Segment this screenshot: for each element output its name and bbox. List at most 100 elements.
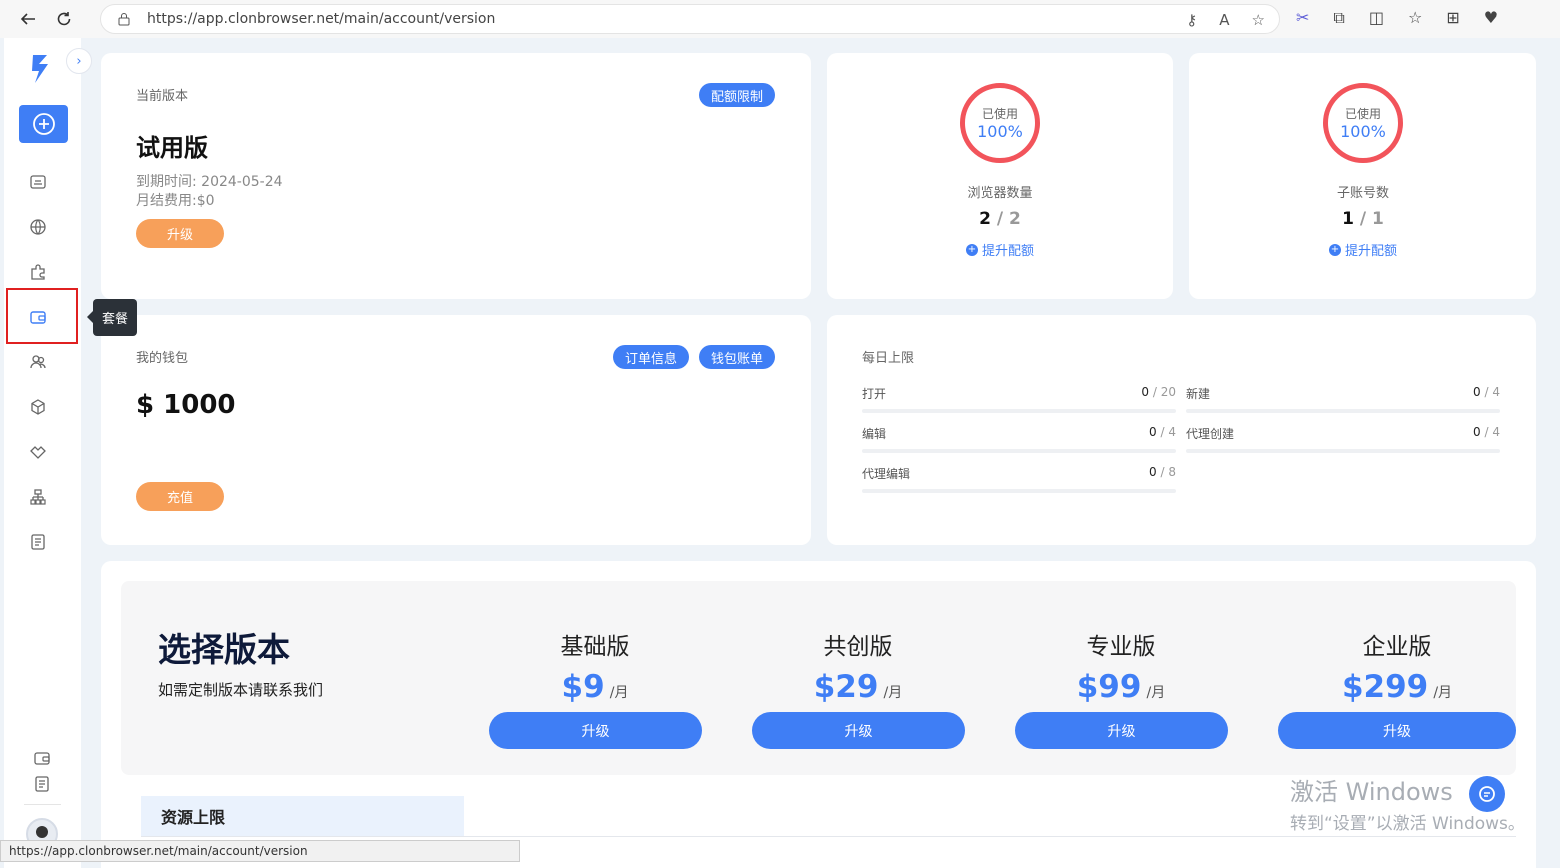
wallet-label: 我的钱包 <box>136 351 189 366</box>
plan-enterprise-upgrade-button[interactable]: 升级 <box>1278 712 1516 749</box>
current-version-card: 当前版本 配额限制 试用版 到期时间: 2024-05-24 月结费用:$0 升… <box>101 53 811 299</box>
dashboard-icon <box>30 175 46 189</box>
sidebar-item-dashboard[interactable] <box>28 172 48 192</box>
limit-name: 编辑 <box>862 427 887 441</box>
plus-circle-icon <box>32 113 55 135</box>
daily-limit-title: 每日上限 <box>862 351 915 366</box>
sidebar-item-notes-bottom[interactable] <box>32 774 52 794</box>
recharge-button[interactable]: 充值 <box>136 482 224 511</box>
plan-name: 专业版 <box>1086 634 1156 660</box>
plan-cocreate-upgrade-button[interactable]: 升级 <box>752 712 965 749</box>
upgrade-button[interactable]: 升级 <box>136 219 224 248</box>
usage-percent: 100% <box>977 122 1023 141</box>
subaccount-count-label: 子账号数 <box>1336 186 1389 201</box>
browser-raise-quota-link[interactable]: + 提升配额 <box>900 240 1100 259</box>
monthly-fee: 月结费用:$0 <box>136 193 215 209</box>
watermark-line2: 转到“设置”以激活 Windows。 <box>1290 814 1525 834</box>
collapse-sidebar-button[interactable]: › <box>66 48 92 74</box>
globe-icon <box>30 219 46 235</box>
plan-name: 基础版 <box>560 634 630 660</box>
plus-icon: + <box>965 243 978 256</box>
sidebar-item-org[interactable] <box>28 487 48 507</box>
plan-pro-upgrade-button[interactable]: 升级 <box>1015 712 1228 749</box>
app-logo-icon[interactable] <box>28 52 54 86</box>
sidebar-item-team[interactable] <box>28 352 48 372</box>
sidebar-item-cube[interactable] <box>28 397 48 417</box>
key-icon[interactable]: ⚷ <box>1186 11 1197 29</box>
plan-pro: 专业版 $99 /月 <box>1001 627 1241 705</box>
scissors-icon[interactable]: ✂ <box>1296 8 1309 28</box>
new-profile-button[interactable] <box>19 105 68 143</box>
limit-name: 新建 <box>1186 387 1211 401</box>
limit-value: 0 / 20 <box>1141 385 1176 399</box>
order-info-pill[interactable]: 订单信息 <box>613 345 689 369</box>
document-icon <box>31 534 45 550</box>
split-screen-icon[interactable]: ◫ <box>1369 8 1384 28</box>
sidebar-item-logs[interactable] <box>28 532 48 552</box>
quota-limit-pill[interactable]: 配额限制 <box>699 83 775 107</box>
browser-total: / 2 <box>996 209 1021 229</box>
browser-usage-ring: 已使用 100% <box>960 83 1040 163</box>
address-bar[interactable]: https://app.clonbrowser.net/main/account… <box>100 4 1280 34</box>
browser-toolbar: https://app.clonbrowser.net/main/account… <box>0 0 1560 38</box>
plan-price: $29 /月 <box>813 669 903 705</box>
status-bar-url: https://app.clonbrowser.net/main/account… <box>0 840 520 862</box>
limit-value: 0 / 8 <box>1149 465 1176 479</box>
limit-value: 0 / 4 <box>1473 425 1500 439</box>
used-label: 已使用 <box>1344 107 1381 121</box>
usage-percent: 100% <box>1340 122 1386 141</box>
puzzle-icon <box>31 264 45 280</box>
arrow-left-icon <box>20 13 35 25</box>
limit-progress-bar <box>862 489 1176 493</box>
plan-basic: 基础版 $9 /月 <box>475 627 715 705</box>
subaccount-raise-quota-link[interactable]: + 提升配额 <box>1263 240 1463 259</box>
sidebar-item-extensions[interactable] <box>28 262 48 282</box>
browser-count-label: 浏览器数量 <box>967 186 1033 201</box>
limit-value: 0 / 4 <box>1149 425 1176 439</box>
sidebar-item-globe[interactable] <box>28 217 48 237</box>
plan-name: 共创版 <box>823 634 893 660</box>
sidebar-tooltip: 套餐 <box>87 299 137 336</box>
sidebar-item-partners[interactable] <box>28 442 48 462</box>
selection-highlight <box>6 288 78 344</box>
limit-progress-bar <box>1186 409 1500 413</box>
subaccount-count: 1 / 1 <box>1263 209 1463 229</box>
limit-row-edit: 编辑 0 / 4 <box>862 425 1176 461</box>
plan-price: $9 /月 <box>561 669 629 705</box>
lock-icon <box>118 13 130 26</box>
wallet-card: 我的钱包 订单信息 钱包账单 $ 1000 充值 <box>101 315 811 545</box>
browser-quota-card: 已使用 100% 浏览器数量 2 / 2 + 提升配额 <box>827 53 1173 299</box>
resources-divider <box>141 836 1516 837</box>
refresh-button[interactable] <box>46 4 82 34</box>
wallet-balance: $ 1000 <box>136 390 236 420</box>
favorites-icon[interactable]: ☆ <box>1408 8 1422 28</box>
cube-icon <box>31 399 45 415</box>
limit-progress-bar <box>862 409 1176 413</box>
browser-used: 2 <box>979 209 991 229</box>
support-icon <box>1479 786 1495 802</box>
profile-health-icon[interactable]: ♥ <box>1484 8 1498 28</box>
sidebar-item-wallet-bottom[interactable] <box>32 748 52 768</box>
collections-icon[interactable]: ⊞ <box>1446 8 1459 28</box>
limit-name: 打开 <box>862 387 887 401</box>
extensions-icon[interactable]: ⧉ <box>1333 8 1344 28</box>
plans-panel: 选择版本 如需定制版本请联系我们 基础版 $9 /月 升级 共创版 $29 /月… <box>121 581 1516 775</box>
plan-basic-upgrade-button[interactable]: 升级 <box>489 712 702 749</box>
limit-row-open: 打开 0 / 20 <box>862 385 1176 421</box>
users-icon <box>30 355 46 369</box>
resources-limit-tab[interactable]: 资源上限 <box>141 796 464 836</box>
plan-price: $99 /月 <box>1076 669 1166 705</box>
handshake-icon <box>30 446 46 459</box>
support-chat-button[interactable] <box>1469 776 1505 812</box>
limit-progress-bar <box>1186 449 1500 453</box>
expire-date: 到期时间: 2024-05-24 <box>136 174 283 190</box>
wallet-icon <box>34 752 50 765</box>
wallet-bill-pill[interactable]: 钱包账单 <box>699 345 775 369</box>
subaccount-total: / 1 <box>1359 209 1384 229</box>
limit-progress-bar <box>862 449 1176 453</box>
subaccount-quota-card: 已使用 100% 子账号数 1 / 1 + 提升配额 <box>1189 53 1536 299</box>
read-aloud-icon[interactable]: A <box>1219 11 1229 29</box>
favorite-star-icon[interactable]: ☆ <box>1252 11 1265 29</box>
back-button[interactable] <box>10 4 46 34</box>
limit-name: 代理创建 <box>1186 427 1235 441</box>
